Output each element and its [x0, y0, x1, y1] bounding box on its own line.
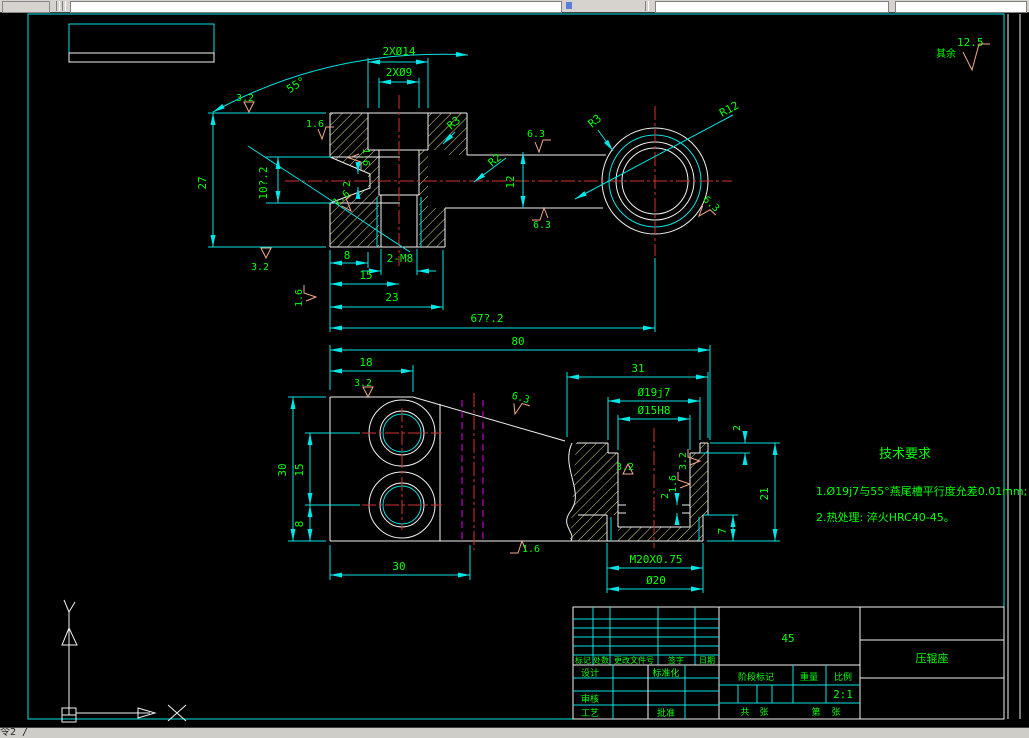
scale-value: 2:1 — [833, 688, 853, 701]
dim-31: 31 — [631, 362, 644, 375]
sig-label: 工艺 — [581, 708, 599, 719]
general-roughness-note: 其余 12.5 — [936, 36, 990, 70]
material: 45 — [781, 632, 794, 645]
dim-w30: 30 — [392, 560, 405, 573]
revision-labels: 标记 处数 更改文件号 签字 日期 — [575, 655, 715, 665]
technical-requirements: 技术要求 1.Ø19j7与55°燕尾槽平行度允差0.01mm; 2.热处理: 淬… — [816, 447, 1027, 524]
roughness-value: 1.6 — [522, 544, 540, 555]
rev-label: 处数 — [593, 655, 609, 665]
sheet-label: 张 — [831, 707, 840, 718]
dim-21: 21 — [758, 487, 771, 500]
dim-m20: M20X0.75 — [630, 553, 683, 566]
dim-h8: 8 — [293, 521, 306, 528]
toolbar-separator — [62, 1, 66, 11]
rev-label: 更改文件号 — [614, 655, 654, 665]
title-block: 标记 处数 更改文件号 签字 日期 设计 标准化 审核 工艺 批准 45 — [573, 607, 1004, 719]
roughness-value: 3.2 — [678, 452, 689, 470]
sheet-frame — [28, 14, 1020, 719]
toolbar-separator — [645, 1, 649, 11]
roughness-value: 6.3 — [533, 220, 551, 231]
rest-roughness-value: 12.5 — [957, 36, 984, 49]
roughness-value: 1.6 — [668, 475, 679, 493]
hatch-areas — [330, 113, 467, 247]
roughness-value: 1.6 — [294, 289, 305, 307]
dim-d20: Ø20 — [646, 574, 666, 587]
dim-slot: 10?.2 — [257, 166, 270, 199]
dim-bore15: Ø15H8 — [637, 404, 670, 417]
rest-label: 其余 — [936, 47, 956, 60]
dim-h15: 15 — [293, 463, 306, 476]
dim-7: 7 — [716, 528, 729, 535]
tech-req-title: 技术要求 — [879, 447, 931, 462]
toolbar-separator — [56, 1, 60, 11]
dim-8: 8 — [344, 249, 351, 262]
rev-label: 签字 — [668, 655, 684, 665]
dim-r3b: R3 — [586, 112, 605, 130]
drawing-canvas[interactable]: 其余 12.5 — [0, 12, 1029, 728]
roughness-marks: 3.2 3.2 1.6 1.6 1.6 1.6 6.3 6.3 6.3 — [236, 93, 723, 307]
roughness-value: 3.2 — [616, 462, 634, 473]
stage-label: 阶段标记 — [738, 671, 774, 683]
rev-label: 日期 — [699, 656, 715, 665]
dim-80: 80 — [511, 335, 524, 348]
roughness-value: 1.6 — [306, 119, 324, 130]
part-outline — [330, 113, 708, 247]
command-line[interactable]: 令2 / — [0, 727, 1029, 738]
sheet-label: 共 — [740, 707, 749, 718]
roughness-value: 6.3 — [700, 194, 721, 214]
toolbar-icon[interactable] — [566, 2, 572, 9]
sig-label: 设计 — [581, 667, 599, 679]
sheet-label: 张 — [759, 707, 768, 718]
tech-req-line2: 2.热处理: 淬火HRC40-45。 — [816, 510, 955, 524]
signature-labels: 设计 标准化 审核 工艺 批准 — [581, 667, 680, 719]
scale-label: 比例 — [834, 671, 852, 683]
part-name: 压辊座 — [916, 651, 949, 665]
dim-18: 18 — [359, 356, 372, 369]
dim-thread-m8: 2-M8 — [387, 252, 414, 265]
sig-label: 批准 — [657, 707, 675, 719]
dim-2: 2 — [342, 181, 353, 187]
dimensions: 2XØ14 2XØ9 55° 27 10?.2 2 12 — [196, 45, 741, 332]
dim-holes: 2XØ9 — [386, 66, 413, 79]
cad-window: 其余 12.5 — [0, 0, 1029, 738]
ucs-icon — [62, 600, 186, 722]
dim-arm-12: 12 — [504, 175, 517, 188]
roughness-value: 6.3 — [510, 391, 530, 407]
dim-67: 67?.2 — [470, 312, 503, 325]
sig-label: 审核 — [581, 693, 599, 705]
dim-bore19: Ø19j7 — [637, 386, 670, 399]
roughness-value: 6.3 — [527, 129, 545, 140]
sheet-label: 第 — [811, 706, 820, 718]
top-plan-view: 80 18 31 Ø19j7 Ø15H8 30 15 — [276, 335, 780, 593]
sig-label: 标准化 — [652, 667, 679, 679]
roughness-value: 3.2 — [251, 262, 269, 273]
dim-2: 2 — [732, 425, 743, 431]
dim-23: 23 — [385, 291, 398, 304]
dim-angle: 55° — [284, 74, 308, 96]
dim-27: 27 — [196, 176, 209, 189]
front-section-view: 2XØ14 2XØ9 55° 27 10?.2 2 12 — [196, 45, 741, 332]
roughness-value: 1.6 — [360, 148, 371, 166]
dim-h30: 30 — [276, 463, 289, 476]
weight-label: 重量 — [800, 671, 818, 683]
dim-15: 15 — [359, 269, 372, 282]
rev-label: 标记 — [575, 655, 591, 665]
tech-req-line1: 1.Ø19j7与55°燕尾槽平行度允差0.01mm; — [816, 484, 1027, 498]
stage-labels: 阶段标记 重量 比例 2:1 共 张 第 张 — [738, 671, 853, 718]
command-text: 令2 / — [0, 727, 28, 738]
